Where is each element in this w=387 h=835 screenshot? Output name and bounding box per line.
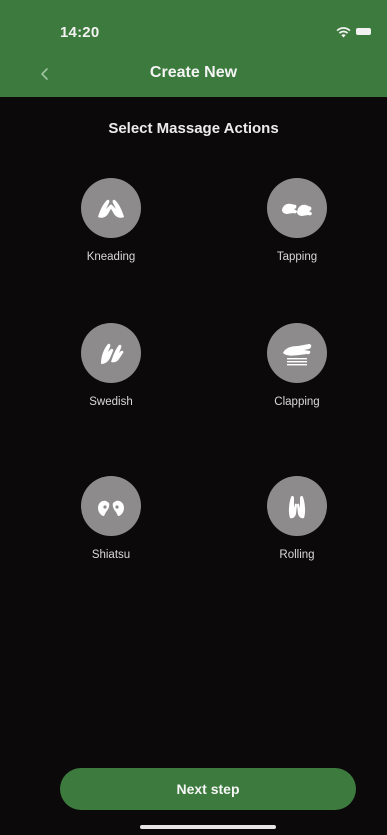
action-icon-circle: [267, 323, 327, 383]
create-new-screen: 14:20 Create New Select Massage Actions …: [0, 0, 387, 835]
section-title: Select Massage Actions: [108, 120, 279, 137]
action-tapping[interactable]: Tapping: [242, 178, 352, 278]
action-label: Clapping: [274, 396, 320, 408]
action-label: Kneading: [86, 251, 136, 263]
header: 14:20 Create New: [0, 0, 387, 97]
action-swedish[interactable]: Swedish: [56, 323, 166, 423]
action-label: Tapping: [276, 251, 318, 263]
next-step-button[interactable]: Next step: [60, 768, 356, 810]
swedish-hands-icon: [101, 343, 124, 364]
rolling-hands-icon: [288, 495, 306, 519]
status-time: 14:20: [60, 24, 100, 41]
status-bar: 14:20: [0, 0, 387, 52]
action-rolling[interactable]: Rolling: [242, 476, 352, 576]
kneading-hands-icon: [98, 199, 124, 218]
action-icon-circle: [81, 178, 141, 238]
page-title: Create New: [149, 64, 238, 81]
action-label: Shiatsu: [91, 549, 131, 561]
home-indicator: [140, 825, 276, 829]
action-label: Rolling: [279, 549, 315, 561]
action-label: Swedish: [89, 396, 133, 408]
action-kneading[interactable]: Kneading: [56, 178, 166, 278]
action-shiatsu[interactable]: Shiatsu: [56, 476, 166, 576]
battery-icon: [356, 28, 371, 35]
clapping-hand-icon: [283, 344, 312, 366]
action-clapping[interactable]: Clapping: [242, 323, 352, 423]
action-icon-circle: [81, 476, 141, 536]
action-icon-circle: [81, 323, 141, 383]
action-icon-circle: [267, 178, 327, 238]
wifi-icon: [336, 27, 351, 38]
tapping-hands-icon: [282, 203, 312, 216]
shiatsu-hands-icon: [98, 500, 124, 516]
nav-bar: Create New: [0, 56, 387, 92]
action-icon-circle: [267, 476, 327, 536]
